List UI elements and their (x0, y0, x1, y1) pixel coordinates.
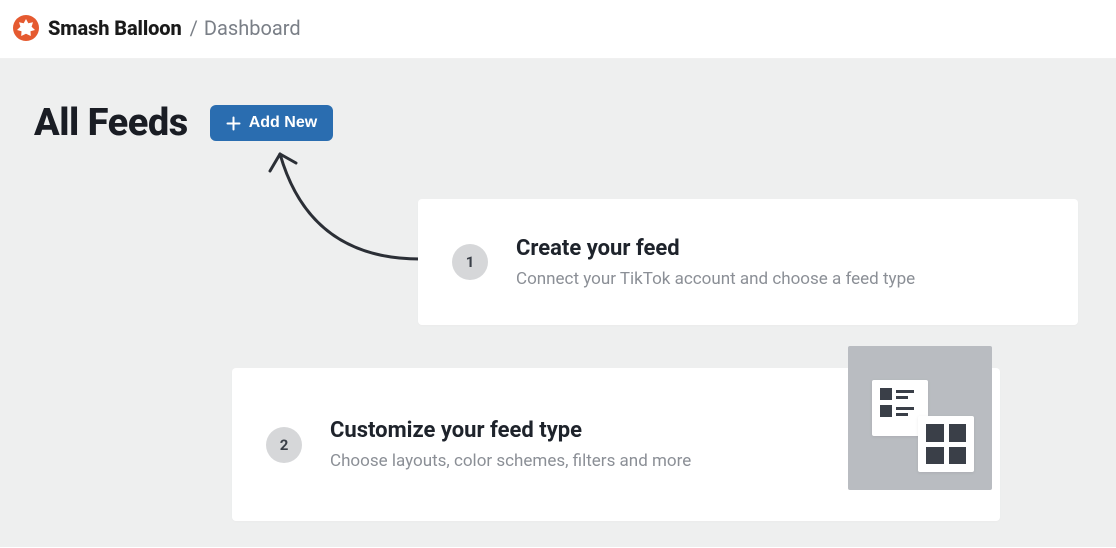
step-number: 1 (452, 244, 488, 280)
brand-logo-icon (12, 14, 40, 42)
brand-name: Smash Balloon (48, 16, 182, 40)
step-title: Create your feed (516, 236, 1044, 261)
step-card-1: 1 Create your feed Connect your TikTok a… (418, 199, 1078, 325)
layout-grid-icon (918, 416, 974, 472)
add-new-label: Add New (249, 114, 317, 132)
step-card-2: 2 Customize your feed type Choose layout… (232, 368, 1000, 521)
arrow-icon (260, 129, 430, 269)
step-text: Create your feed Connect your TikTok acc… (516, 236, 1044, 289)
top-bar: Smash Balloon / Dashboard (0, 0, 1116, 59)
content-area: All Feeds Add New 1 Create your feed Con… (0, 59, 1116, 547)
step-number: 2 (266, 427, 302, 463)
breadcrumb-separator: / (190, 16, 198, 40)
step-description: Connect your TikTok account and choose a… (516, 269, 1044, 289)
page-title: All Feeds (34, 101, 188, 145)
breadcrumb-page: Dashboard (204, 16, 301, 40)
layout-illustration (848, 346, 992, 490)
add-new-button[interactable]: Add New (210, 105, 333, 141)
plus-icon (226, 116, 241, 131)
heading-row: All Feeds Add New (34, 101, 1082, 145)
